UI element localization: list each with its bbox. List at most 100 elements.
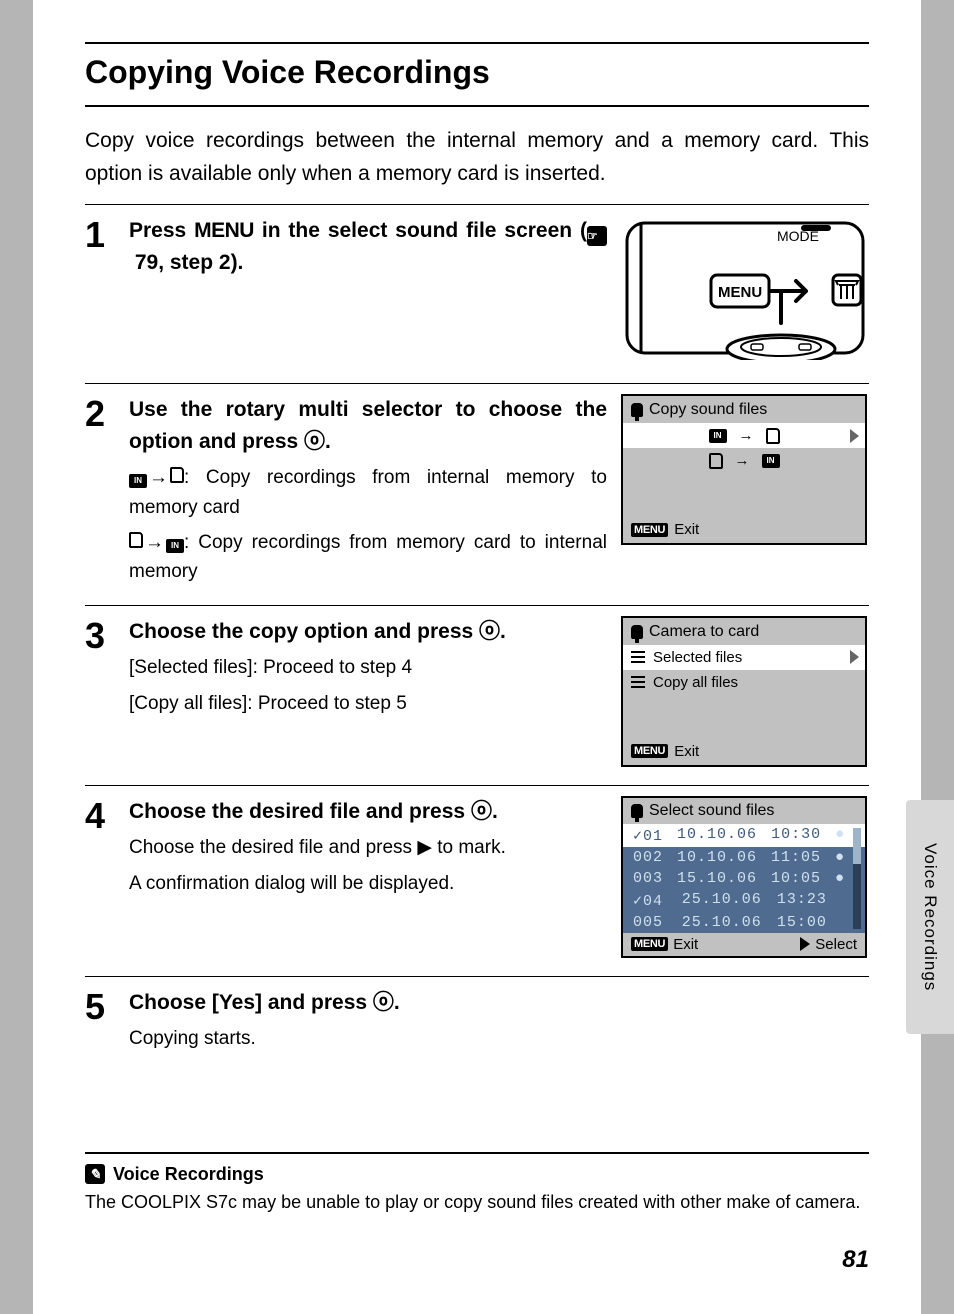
- file-id: ✓01: [633, 826, 663, 845]
- step-4-sub2: A confirmation dialog will be displayed.: [129, 869, 607, 898]
- step-number: 2: [85, 396, 129, 432]
- step-body: Choose the copy option and press ⓞ. [Sel…: [129, 616, 621, 718]
- lcd-select-sound-files: Select sound files ✓01 10.10.06 10:30 ● 0021…: [621, 796, 869, 958]
- menu-pill-icon: MENU: [631, 937, 668, 951]
- step-4-heading: Choose the desired file and press ⓞ.: [129, 796, 607, 828]
- note-icon: ✎: [85, 1164, 105, 1184]
- file-row[interactable]: ✓01 10.10.06 10:30 ●: [623, 824, 865, 847]
- sd-card-icon: [129, 532, 143, 548]
- grid-icon: [631, 676, 645, 688]
- file-id: ✓04: [633, 891, 668, 910]
- exit-label: Exit: [674, 743, 699, 760]
- step-body: Choose the desired file and press ⓞ. Cho…: [129, 796, 621, 898]
- title-bar: Copying Voice Recordings: [85, 42, 869, 107]
- lcd-option-copy-all[interactable]: Copy all files: [623, 670, 865, 695]
- menu-label-icon: MENU: [194, 219, 254, 242]
- note-rule: [85, 1152, 869, 1154]
- step-3-sub2: [Copy all files]: Proceed to step 5: [129, 689, 607, 718]
- page-number: 81: [842, 1246, 869, 1274]
- check-icon: ✓: [633, 893, 643, 910]
- internal-memory-icon: IN: [709, 429, 727, 443]
- step-3: 3 Choose the copy option and press ⓞ. [S…: [85, 605, 869, 785]
- sd-card-icon: [766, 428, 780, 444]
- step-3-heading: Choose the copy option and press ⓞ.: [129, 616, 607, 648]
- step-number: 5: [85, 989, 129, 1025]
- step-number: 4: [85, 798, 129, 834]
- sd-card-icon: [170, 467, 184, 483]
- lcd-option-selected-files[interactable]: Selected files: [623, 645, 865, 670]
- lcd-title: Camera to card: [623, 618, 865, 645]
- step-2-heading: Use the rotary multi selector to choose …: [129, 394, 607, 457]
- file-row[interactable]: 003 15.10.06 10:05 ●: [623, 868, 865, 889]
- file-row[interactable]: ✓0425.10.0613:23: [623, 889, 865, 912]
- ok-icon: ⓞ: [471, 800, 492, 823]
- voice-marker-icon: ●: [835, 870, 845, 887]
- menu-button-label: MENU: [718, 284, 762, 301]
- lcd-file-list: Select sound files ✓01 10.10.06 10:30 ● 0021…: [621, 796, 867, 958]
- lcd-camera-to-card: Camera to card Selected files Copy all f…: [621, 616, 869, 767]
- file-row[interactable]: 00525.10.0615:00: [623, 912, 865, 933]
- lcd-option-in-to-card[interactable]: IN →: [623, 423, 865, 448]
- lcd-title: Select sound files: [623, 798, 865, 824]
- file-id: 003: [633, 870, 663, 887]
- menu-pill-icon: MENU: [631, 523, 668, 537]
- footer-select: Select: [800, 936, 857, 953]
- step-5-sub1: Copying starts.: [129, 1024, 607, 1053]
- lcd-option-card-to-in[interactable]: → IN: [623, 448, 865, 473]
- sd-card-icon: [709, 453, 723, 469]
- step-4: 4 Choose the desired file and press ⓞ. C…: [85, 785, 869, 976]
- camera-illustration: MODE MENU: [621, 215, 869, 365]
- step-1: 1 Press MENU in the select sound file sc…: [85, 204, 869, 383]
- ok-icon: ⓞ: [304, 430, 325, 453]
- page-title: Copying Voice Recordings: [85, 54, 869, 91]
- step-body: Press MENU in the select sound file scre…: [129, 215, 621, 278]
- section-tab-label: Voice Recordings: [920, 843, 940, 991]
- manual-page: Copying Voice Recordings Copy voice reco…: [33, 0, 921, 1314]
- file-rows: ✓01 10.10.06 10:30 ● 00210.10.0611:05● 003 15.…: [623, 824, 865, 933]
- step-2-sub1: IN→: Copy recordings from internal memor…: [129, 463, 607, 522]
- voice-marker-icon: ●: [835, 826, 845, 845]
- lcd-title: Copy sound files: [623, 396, 865, 423]
- file-date: 10.10.06: [677, 826, 757, 845]
- menu-pill-icon: MENU: [631, 744, 668, 758]
- microphone-icon: [631, 625, 643, 639]
- file-date: 25.10.06: [682, 914, 763, 931]
- thumbnails-icon: [631, 651, 645, 663]
- lcd-panel: Copy sound files IN → → IN MENU: [621, 394, 867, 545]
- lcd-footer: MENU Exit: [623, 517, 865, 543]
- step-number: 1: [85, 217, 129, 253]
- arrow-right-icon: →: [735, 452, 750, 469]
- step-5-heading: Choose [Yes] and press ⓞ.: [129, 987, 607, 1019]
- section-tab: Voice Recordings: [906, 800, 954, 1034]
- ok-icon: ⓞ: [373, 991, 394, 1014]
- step-1-heading: Press MENU in the select sound file scre…: [129, 215, 607, 278]
- play-triangle-icon: [800, 937, 810, 951]
- step-5: 5 Choose [Yes] and press ⓞ. Copying star…: [85, 976, 869, 1072]
- file-time: 13:23: [777, 891, 829, 910]
- file-time: 10:05: [771, 870, 821, 887]
- step-body: Choose [Yes] and press ⓞ. Copying starts…: [129, 987, 621, 1054]
- note-body: The COOLPIX S7c may be unable to play or…: [85, 1189, 869, 1216]
- footer-exit: MENU Exit: [631, 936, 698, 953]
- step-body: Use the rotary multi selector to choose …: [129, 394, 621, 587]
- internal-memory-icon: IN: [166, 539, 184, 553]
- file-time: 10:30: [771, 826, 821, 845]
- exit-label: Exit: [674, 521, 699, 538]
- file-date: 10.10.06: [677, 849, 757, 866]
- microphone-icon: [631, 804, 643, 818]
- step-3-sub1: [Selected files]: Proceed to step 4: [129, 653, 607, 682]
- lcd-footer: MENU Exit Select: [623, 933, 865, 956]
- lcd-body: IN → → IN: [623, 423, 865, 517]
- file-id: 005: [633, 914, 668, 931]
- reference-icon: ☞: [587, 226, 607, 246]
- scrollbar[interactable]: [853, 828, 861, 929]
- lcd-footer: MENU Exit: [623, 739, 865, 765]
- step-2: 2 Use the rotary multi selector to choos…: [85, 383, 869, 605]
- intro-text: Copy voice recordings between the intern…: [85, 125, 869, 190]
- step-number: 3: [85, 618, 129, 654]
- internal-memory-icon: IN: [762, 454, 780, 468]
- lcd-copy-sound: Copy sound files IN → → IN MENU: [621, 394, 869, 545]
- arrow-right-icon: →: [739, 427, 754, 444]
- file-date: 15.10.06: [677, 870, 757, 887]
- file-row[interactable]: 00210.10.0611:05●: [623, 847, 865, 868]
